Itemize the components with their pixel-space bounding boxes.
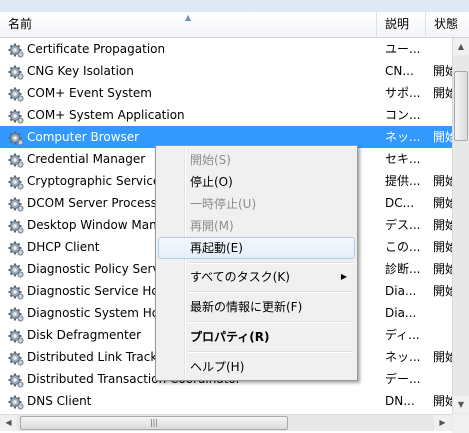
gear-icon <box>8 350 24 366</box>
scroll-right-icon[interactable]: ▶ <box>434 415 451 431</box>
menu-item-all-tasks[interactable]: すべてのタスク(K) ▶ <box>158 266 355 288</box>
gear-icon <box>8 64 24 80</box>
column-header-status[interactable]: 状態 <box>426 12 469 37</box>
service-name: COM+ Event System <box>27 86 152 100</box>
service-status: 開始 <box>433 64 452 78</box>
service-row[interactable]: COM+ System Application コン... <box>0 104 452 126</box>
gear-icon <box>8 240 24 256</box>
menu-item-pause: 一時停止(U) <box>190 197 257 211</box>
service-name: COM+ System Application <box>27 108 185 122</box>
column-header: 名前 説明 状態 ▲ <box>0 12 469 38</box>
sort-ascending-icon: ▲ <box>185 13 192 22</box>
top-strip <box>0 0 469 12</box>
service-description: CN... <box>385 64 414 78</box>
service-description: デス... <box>385 218 421 232</box>
service-status: 開始 <box>433 196 452 210</box>
service-row[interactable]: Certificate Propagation ユー... <box>0 38 452 60</box>
service-description: Dia... <box>385 284 417 298</box>
menu-separator <box>188 351 353 353</box>
service-description: DN... <box>385 394 415 408</box>
gear-icon <box>8 262 24 278</box>
service-status: 開始 <box>433 86 452 100</box>
column-header-description[interactable]: 説明 <box>377 12 426 37</box>
gear-icon <box>8 218 24 234</box>
service-status: 開始 <box>433 350 452 364</box>
service-description: デー... <box>385 372 421 386</box>
scroll-down-icon[interactable]: ▼ <box>453 396 469 413</box>
gear-icon <box>8 174 24 190</box>
service-description: サポ... <box>385 86 421 100</box>
gear-icon <box>8 372 24 388</box>
gear-icon <box>8 42 24 58</box>
gear-icon <box>8 108 24 124</box>
menu-item-refresh[interactable]: 最新の情報に更新(F) <box>158 296 355 318</box>
service-description: ユー... <box>385 42 421 56</box>
gear-icon <box>8 130 24 146</box>
menu-item-all-tasks-label: すべてのタスク(K) <box>190 270 290 284</box>
service-status: 開始 <box>433 130 452 144</box>
service-status: 開始 <box>433 218 452 232</box>
service-status: 開始 <box>433 174 452 188</box>
service-description: コン... <box>385 108 421 122</box>
gear-icon <box>8 328 24 344</box>
menu-item-restart[interactable]: 再起動(E) <box>158 237 355 259</box>
service-description: DC... <box>385 196 415 210</box>
menu-item-properties[interactable]: プロパティ(R) <box>158 326 355 348</box>
gear-icon <box>8 394 24 410</box>
vertical-scroll-thumb[interactable] <box>454 71 468 141</box>
service-row[interactable]: DNS Client DN... 開始 <box>0 390 452 412</box>
scroll-up-icon[interactable]: ▲ <box>453 38 469 55</box>
service-description: Dia... <box>385 306 417 320</box>
vertical-scrollbar[interactable]: ▲ ▼ <box>452 38 469 414</box>
scrollbar-corner <box>452 414 469 433</box>
menu-item-stop[interactable]: 停止(O) <box>158 171 355 193</box>
service-row[interactable]: CNG Key Isolation CN... 開始 <box>0 60 452 82</box>
horizontal-scroll-thumb[interactable]: ||| <box>20 416 288 430</box>
service-status: 開始 <box>433 262 452 276</box>
service-row[interactable]: COM+ Event System サポ... 開始 <box>0 82 452 104</box>
service-description: セキ... <box>385 152 421 166</box>
scroll-left-icon[interactable]: ◀ <box>0 415 17 431</box>
menu-item-help[interactable]: ヘルプ(H) <box>158 356 355 378</box>
menu-separator <box>188 291 353 293</box>
menu-item-resume: 再開(M) <box>190 219 234 233</box>
service-name: DNS Client <box>27 394 92 408</box>
submenu-arrow-icon: ▶ <box>340 272 347 281</box>
service-status: 開始 <box>433 240 452 254</box>
service-name: CNG Key Isolation <box>27 64 134 78</box>
service-description: ネッ... <box>385 350 421 364</box>
service-description: この... <box>385 240 421 254</box>
horizontal-scrollbar[interactable]: ◀ ||| ▶ <box>0 414 452 431</box>
gear-icon <box>8 284 24 300</box>
service-description: ディ... <box>385 328 420 342</box>
gear-icon <box>8 152 24 168</box>
gear-icon <box>8 196 24 212</box>
service-status: 開始 <box>433 394 452 408</box>
service-status: 開始 <box>433 284 452 298</box>
service-description: ネッ... <box>385 130 421 144</box>
menu-item-start: 開始(S) <box>190 153 231 167</box>
gear-icon <box>8 86 24 102</box>
gear-icon <box>8 306 24 322</box>
menu-separator <box>188 321 353 323</box>
service-description: 診断... <box>385 262 421 276</box>
menu-separator <box>188 262 353 264</box>
service-description: 提供... <box>385 174 421 188</box>
service-name: Certificate Propagation <box>27 42 166 56</box>
context-menu: 開始(S) 停止(O) 一時停止(U) 再開(M) 再起動(E) すべてのタスク… <box>155 145 358 381</box>
